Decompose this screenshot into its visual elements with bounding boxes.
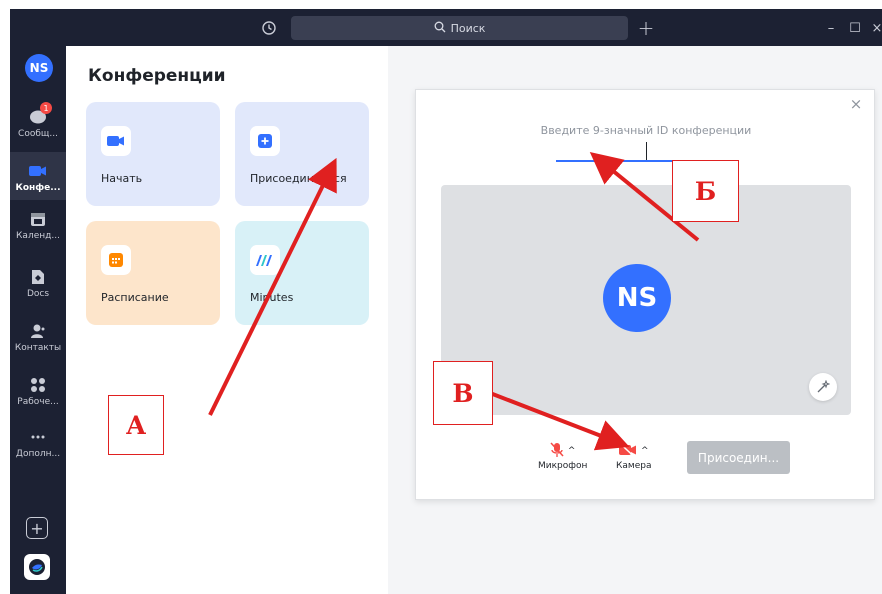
sidebar-item-label: Рабоче... bbox=[17, 397, 59, 407]
card-label: Minutes bbox=[250, 291, 294, 304]
sidebar-item-workplace[interactable]: Рабоче... bbox=[10, 376, 66, 420]
minutes-logo-icon bbox=[250, 245, 280, 275]
camera-control[interactable]: ^ Камера bbox=[616, 441, 651, 471]
sidebar-item-docs[interactable]: Docs bbox=[10, 268, 66, 312]
minimize-icon[interactable]: – bbox=[820, 17, 842, 39]
history-icon[interactable] bbox=[256, 15, 282, 41]
microphone-control[interactable]: ^ Микрофон bbox=[538, 441, 587, 471]
sidebar-item-messages[interactable]: 1 Сообщ... bbox=[10, 102, 66, 152]
card-label: Расписание bbox=[101, 291, 169, 304]
sidebar-item-more[interactable]: Дополн... bbox=[10, 428, 66, 472]
card-label: Начать bbox=[101, 172, 143, 185]
sidebar-item-label: Контакты bbox=[14, 343, 62, 353]
search-placeholder: Поиск bbox=[450, 21, 486, 35]
effects-icon[interactable] bbox=[809, 373, 837, 401]
chevron-up-icon[interactable]: ^ bbox=[641, 446, 649, 456]
docs-icon bbox=[29, 268, 47, 286]
calendar-grid-icon bbox=[101, 245, 131, 275]
camera-off-icon[interactable] bbox=[618, 442, 637, 460]
sidebar-item-meetings[interactable]: Конфе... bbox=[10, 152, 66, 200]
calendar-icon bbox=[29, 210, 47, 228]
maximize-icon[interactable]: ☐ bbox=[844, 17, 866, 39]
sidebar-item-label: Docs bbox=[26, 289, 50, 299]
text-cursor bbox=[646, 142, 647, 160]
close-icon[interactable]: × bbox=[848, 95, 864, 113]
sidebar-item-label: Конфе... bbox=[15, 183, 61, 193]
sidebar-item-label: Сообщ... bbox=[18, 129, 58, 139]
new-tab-plus-icon[interactable]: + bbox=[633, 15, 659, 41]
video-camera-icon bbox=[29, 162, 47, 180]
microphone-label: Микрофон bbox=[538, 461, 588, 471]
join-button[interactable]: Присоедин... bbox=[687, 441, 790, 474]
video-camera-icon bbox=[101, 126, 131, 156]
annotation-label-b: Б bbox=[672, 160, 739, 222]
add-app-plus-icon[interactable]: + bbox=[26, 517, 48, 539]
unread-badge: 1 bbox=[40, 102, 52, 114]
sidebar-item-contacts[interactable]: Контакты bbox=[10, 322, 66, 366]
minutes-card[interactable]: Minutes bbox=[235, 221, 369, 325]
camera-preview: NS bbox=[441, 185, 851, 415]
plus-square-icon bbox=[250, 126, 280, 156]
workplace-grid-icon bbox=[29, 376, 47, 394]
meetings-panel: Конференции Начать Присоединиться Распис… bbox=[66, 46, 388, 594]
annotation-label-v: В bbox=[433, 361, 493, 425]
search-icon bbox=[434, 21, 446, 36]
join-meeting-card[interactable]: Присоединиться bbox=[235, 102, 369, 206]
more-dots-icon bbox=[29, 428, 47, 446]
sidebar: NS 1 Сообщ... Конфе... Календ... Docs Ко… bbox=[10, 46, 66, 594]
app-window: Поиск + – ☐ × NS 1 Сообщ... Конфе... Кал… bbox=[0, 0, 882, 594]
annotation-label-a: А bbox=[108, 395, 164, 455]
schedule-card[interactable]: Расписание bbox=[86, 221, 220, 325]
chevron-up-icon[interactable]: ^ bbox=[568, 446, 576, 456]
search-input[interactable]: Поиск bbox=[291, 16, 628, 40]
title-bar: Поиск + – ☐ × bbox=[10, 9, 882, 46]
join-meeting-dialog: × Введите 9-значный ID конференции NS ^ … bbox=[415, 89, 875, 500]
card-label: Присоединиться bbox=[250, 172, 347, 185]
avatar[interactable]: NS bbox=[25, 54, 53, 82]
page-title: Конференции bbox=[88, 66, 226, 86]
chat-bubble-icon: 1 bbox=[29, 102, 52, 126]
sidebar-item-label: Дополн... bbox=[15, 449, 61, 459]
start-meeting-card[interactable]: Начать bbox=[86, 102, 220, 206]
close-window-icon[interactable]: × bbox=[866, 17, 882, 39]
avatar: NS bbox=[603, 264, 671, 332]
app-logo-icon[interactable] bbox=[24, 554, 50, 580]
contacts-icon bbox=[29, 322, 47, 340]
meeting-id-prompt: Введите 9-значный ID конференции bbox=[540, 124, 752, 137]
sidebar-item-calendar[interactable]: Календ... bbox=[10, 210, 66, 254]
camera-label: Камера bbox=[616, 461, 652, 471]
sidebar-item-label: Календ... bbox=[16, 231, 60, 241]
microphone-off-icon[interactable] bbox=[550, 441, 564, 461]
